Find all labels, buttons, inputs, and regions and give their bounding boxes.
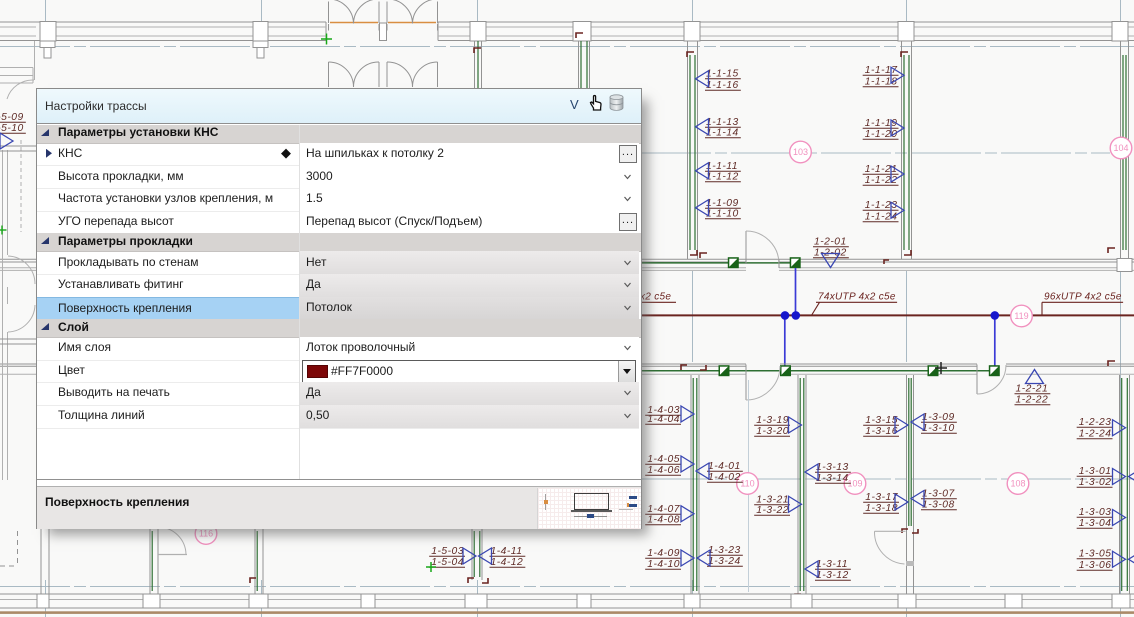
- svg-text:1-3-01: 1-3-01: [1079, 466, 1112, 477]
- svg-text:1-1-09: 1-1-09: [706, 198, 739, 209]
- svg-text:1-3-09: 1-3-09: [922, 412, 955, 423]
- svg-text:1-4-06: 1-4-06: [647, 465, 680, 476]
- svg-text:1-2-01: 1-2-01: [814, 237, 847, 248]
- svg-text:1-2-23: 1-2-23: [1079, 417, 1112, 428]
- svg-text:1-3-22: 1-3-22: [756, 505, 789, 516]
- svg-text:1-3-11: 1-3-11: [816, 559, 848, 570]
- svg-text:1-4-08: 1-4-08: [647, 515, 680, 526]
- svg-text:1-3-12: 1-3-12: [816, 570, 849, 581]
- svg-text:1-4-01: 1-4-01: [708, 461, 741, 472]
- svg-text:1-4-09: 1-4-09: [647, 548, 680, 559]
- svg-text:1-1-13: 1-1-13: [706, 117, 739, 128]
- svg-text:1-4-05: 1-4-05: [647, 454, 680, 465]
- svg-text:1-3-24: 1-3-24: [708, 556, 741, 567]
- svg-text:1-4-02: 1-4-02: [708, 472, 741, 483]
- svg-text:1-3-16: 1-3-16: [865, 426, 898, 437]
- svg-text:1-2-21: 1-2-21: [1016, 384, 1049, 395]
- svg-text:1-1-17: 1-1-17: [865, 65, 899, 76]
- svg-text:1-1-16: 1-1-16: [706, 80, 739, 91]
- svg-text:1-3-10: 1-3-10: [922, 423, 955, 434]
- svg-text:1-3-06: 1-3-06: [1079, 560, 1112, 571]
- svg-text:1-1-11: 1-1-11: [706, 161, 738, 172]
- svg-text:1-3-13: 1-3-13: [816, 462, 849, 473]
- svg-text:1-1-19: 1-1-19: [865, 118, 898, 129]
- svg-text:1-3-14: 1-3-14: [816, 473, 849, 484]
- svg-text:116: 116: [199, 529, 213, 539]
- svg-text:108: 108: [1010, 479, 1025, 489]
- svg-text:103: 103: [793, 147, 808, 157]
- svg-text:1-5-04: 1-5-04: [431, 557, 464, 568]
- svg-text:104: 104: [1113, 143, 1128, 153]
- svg-text:1-3-04: 1-3-04: [1079, 518, 1112, 529]
- svg-text:1-5-09: 1-5-09: [0, 112, 24, 123]
- svg-text:1-3-05: 1-3-05: [1079, 549, 1112, 560]
- svg-text:1-4-11: 1-4-11: [491, 546, 523, 557]
- svg-text:1-3-03: 1-3-03: [1079, 507, 1112, 518]
- svg-text:1-3-17: 1-3-17: [865, 492, 899, 503]
- svg-text:1-3-20: 1-3-20: [756, 426, 789, 437]
- svg-text:96xUTP 4x2 c5e: 96xUTP 4x2 c5e: [1044, 292, 1122, 303]
- svg-text:1-4-12: 1-4-12: [491, 557, 524, 568]
- svg-text:1-3-02: 1-3-02: [1079, 477, 1112, 488]
- svg-text:1-1-14: 1-1-14: [706, 128, 739, 139]
- svg-text:1-4-10: 1-4-10: [647, 559, 680, 570]
- svg-text:x2 c5e: x2 c5e: [639, 292, 671, 303]
- svg-text:1-3-18: 1-3-18: [865, 503, 898, 514]
- svg-text:1-3-21: 1-3-21: [756, 495, 789, 506]
- svg-text:1-3-23: 1-3-23: [708, 545, 741, 556]
- svg-text:1-3-19: 1-3-19: [756, 415, 789, 426]
- svg-text:1-1-23: 1-1-23: [865, 200, 898, 211]
- svg-text:74xUTP 4x2 c5e: 74xUTP 4x2 c5e: [818, 292, 896, 303]
- svg-text:1-1-15: 1-1-15: [706, 69, 739, 80]
- svg-text:1-3-07: 1-3-07: [922, 489, 956, 500]
- svg-text:1-4-07: 1-4-07: [647, 504, 681, 515]
- svg-text:1-4-04: 1-4-04: [647, 414, 680, 425]
- svg-text:1-2-24: 1-2-24: [1079, 429, 1112, 440]
- svg-text:1-3-08: 1-3-08: [922, 500, 955, 511]
- svg-text:1-2-22: 1-2-22: [1016, 395, 1049, 406]
- svg-text:119: 119: [1014, 311, 1028, 321]
- svg-text:1-3-15: 1-3-15: [865, 415, 898, 426]
- svg-text:1-1-10: 1-1-10: [706, 209, 739, 220]
- svg-text:110: 110: [740, 479, 754, 489]
- svg-text:1-5-10: 1-5-10: [0, 123, 24, 134]
- svg-text:1-5-03: 1-5-03: [431, 546, 464, 557]
- svg-text:1-1-12: 1-1-12: [706, 172, 739, 183]
- svg-text:1-1-21: 1-1-21: [865, 164, 898, 175]
